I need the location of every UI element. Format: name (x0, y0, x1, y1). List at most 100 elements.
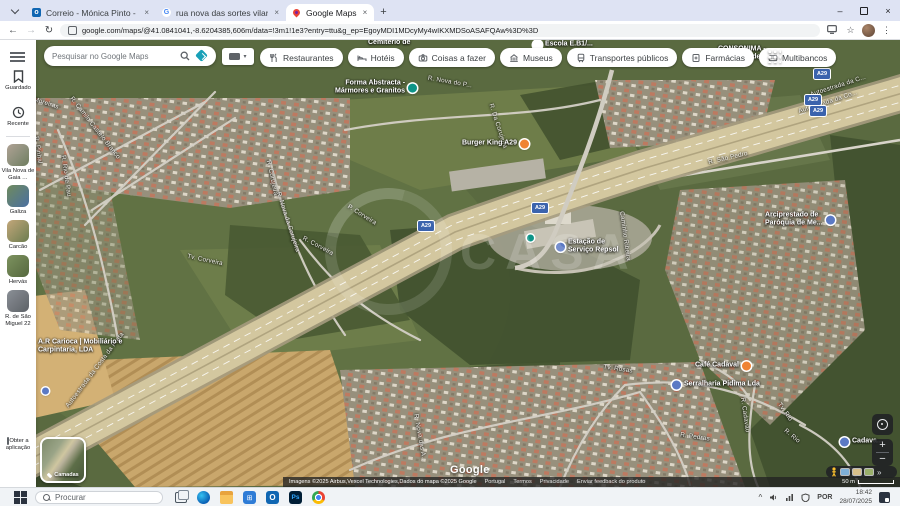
photoshop-icon[interactable]: Ps (289, 491, 302, 504)
taskbar-clock[interactable]: 18:42 28/07/2025 (839, 489, 872, 505)
outlook-icon[interactable]: O (266, 491, 279, 504)
poi-ar-carioca[interactable]: A.R Carioca | Mobiliário eCarpintaria, L… (38, 339, 122, 356)
security-icon[interactable] (801, 493, 810, 502)
poi-forma-abstracta[interactable]: Forma Abstracta -Mármores e Granitos (335, 80, 417, 97)
sidebar-item-saved[interactable]: Guardado (0, 70, 36, 92)
link-privacidade[interactable]: Privacidade (540, 479, 569, 485)
close-icon[interactable]: × (143, 8, 150, 17)
map-canvas[interactable]: CASA R. Nova do P... R. Da Corujeira R. … (0, 40, 900, 487)
notification-center-icon[interactable] (879, 492, 890, 503)
profile-avatar[interactable] (862, 24, 875, 37)
close-icon[interactable]: × (362, 8, 369, 17)
send-to-device-icon[interactable] (824, 25, 839, 36)
url-bar[interactable]: google.com/maps/@41.0841041,-8.6204385,6… (60, 24, 820, 37)
route-shield-a29: A29 (813, 68, 831, 80)
route-shield-a29: A29 (809, 105, 827, 117)
directions-button[interactable] (196, 50, 208, 62)
map-scale: 50 m (842, 479, 894, 485)
file-explorer-icon[interactable] (220, 491, 233, 504)
camera-icon (418, 53, 428, 63)
new-tab-button[interactable]: + (380, 6, 386, 18)
pegman-icon[interactable] (830, 467, 838, 477)
chevron-down-icon (11, 6, 19, 14)
imagery-thumbnail[interactable] (864, 468, 874, 476)
poi-burger-king[interactable]: Burger King A29 (462, 140, 529, 149)
poi-arciprestado[interactable]: Arciprestado deParóquia de Me... (765, 212, 835, 229)
hotel-icon (357, 53, 367, 63)
keyboard-icon (229, 53, 240, 60)
tab-google-maps[interactable]: Google Maps × (286, 4, 374, 21)
chip-museus[interactable]: Museus (500, 48, 562, 67)
chip-coisas-a-fazer[interactable]: Coisas a fazer (409, 48, 495, 67)
layers-toggle[interactable]: Camadas (40, 437, 86, 483)
zoom-out-button[interactable]: − (879, 453, 885, 466)
link-termos[interactable]: Termos (513, 479, 531, 485)
hidden-icons-chevron[interactable]: ^ (759, 493, 763, 502)
poi-icon (672, 381, 681, 390)
minimize-button[interactable]: – (828, 0, 852, 21)
back-button[interactable]: ← (6, 25, 20, 36)
store-icon[interactable]: ⊞ (243, 491, 256, 504)
my-location-button[interactable] (872, 414, 893, 435)
edge-icon[interactable] (197, 491, 210, 504)
imagery-thumbnail[interactable] (840, 468, 850, 476)
site-info-icon[interactable] (68, 26, 77, 35)
poi-cafe-cadaval[interactable]: Café Cadaval (695, 362, 751, 371)
link-feedback[interactable]: Enviar feedback do produto (577, 479, 645, 485)
collapse-icon[interactable]: » (877, 468, 881, 477)
browser-menu-icon[interactable]: ⋮ (879, 25, 894, 36)
sidebar-place-vng[interactable]: Vila Nova de Gaia … (0, 144, 36, 182)
category-chips: Restaurantes Hotéis Coisas a fazer Museu… (260, 48, 836, 67)
poi-dot[interactable] (527, 235, 534, 242)
layers-icon (47, 472, 53, 478)
chrome-icon[interactable] (312, 491, 325, 504)
language-indicator[interactable]: POR (817, 494, 832, 501)
tab-title: Google Maps (306, 8, 357, 18)
reload-button[interactable]: ↻ (42, 25, 56, 36)
tab-search-result[interactable]: G rua nova das sortes vilar do p... × (156, 4, 286, 21)
place-thumbnail (7, 144, 29, 166)
forward-button[interactable]: → (24, 25, 38, 36)
sidebar-place-galiza[interactable]: Galiza (0, 185, 36, 216)
sidebar-item-recent[interactable]: Recente (0, 106, 36, 128)
sidebar-place-carcao[interactable]: Carcão (0, 220, 36, 251)
close-icon[interactable]: × (273, 8, 280, 17)
task-view-icon[interactable] (175, 492, 187, 503)
google-apps-grid-icon[interactable] (766, 48, 781, 63)
url-text: google.com/maps/@41.0841041,-8.6204385,6… (82, 26, 538, 35)
input-tools-widget[interactable]: ▾ (222, 48, 254, 65)
start-button[interactable] (14, 491, 27, 504)
bookmark-icon (13, 70, 24, 83)
sidebar-place-sao-miguel[interactable]: R. de São Miguel 22 (0, 290, 36, 328)
window-controls: – × (828, 0, 900, 21)
poi-icon (556, 243, 565, 252)
tab-search-button[interactable] (6, 3, 24, 19)
search-input[interactable]: Pesquisar no Google Maps (52, 52, 174, 61)
tab-outlook[interactable]: o Correio - Mónica Pinto - Outl... × (26, 4, 156, 21)
maximize-button[interactable] (852, 0, 876, 21)
imagery-thumbnail[interactable] (852, 468, 862, 476)
chip-restaurantes[interactable]: Restaurantes (260, 48, 343, 67)
maps-search-box[interactable]: Pesquisar no Google Maps (44, 46, 216, 66)
poi-serralharia[interactable]: Serralharia Pidima Lda (672, 381, 760, 390)
place-thumbnail (7, 290, 29, 312)
caret-down-icon[interactable]: ▾ (243, 53, 246, 60)
poi-repsol-station[interactable]: Estação deServiço Repsol (556, 239, 619, 256)
bookmark-star-icon[interactable]: ☆ (843, 25, 858, 36)
sidebar-place-hervas[interactable]: Hervás (0, 255, 36, 286)
poi-cemiterio[interactable]: Cemitério de (368, 40, 410, 47)
taskbar-search[interactable]: Procurar (35, 491, 163, 504)
search-icon[interactable] (180, 51, 190, 61)
sidebar-get-app[interactable]: Obter a aplicação (0, 438, 36, 452)
zoom-controls: + − (872, 439, 893, 466)
close-window-button[interactable]: × (876, 0, 900, 21)
menu-icon[interactable] (10, 52, 25, 54)
network-icon[interactable] (785, 493, 794, 502)
link-portugal[interactable]: Portugal (485, 479, 506, 485)
zoom-in-button[interactable]: + (879, 439, 885, 452)
chip-transportes[interactable]: Transportes públicos (567, 48, 678, 67)
chip-hoteis[interactable]: Hotéis (348, 48, 404, 67)
chip-farmacias[interactable]: Farmácias (682, 48, 754, 67)
poi-dot[interactable] (42, 388, 49, 395)
volume-icon[interactable] (769, 493, 778, 502)
